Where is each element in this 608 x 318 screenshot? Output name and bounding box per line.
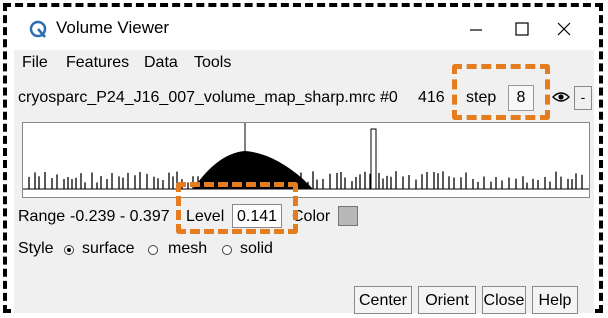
menu-file[interactable]: File xyxy=(22,54,48,72)
volume-viewer-window: Volume Viewer File Features Data Tools c… xyxy=(14,8,594,314)
maximize-icon xyxy=(515,22,529,36)
style-option-surface[interactable]: surface xyxy=(82,240,134,258)
title-bar: Volume Viewer xyxy=(14,8,594,50)
minimize-icon xyxy=(470,29,482,31)
style-row: Style surface mesh solid xyxy=(18,238,594,264)
level-highlight-box xyxy=(176,182,298,234)
step-highlight-box xyxy=(452,64,550,120)
close-icon xyxy=(557,22,571,36)
range-value: -0.239 - 0.397 xyxy=(70,208,170,225)
histogram[interactable] xyxy=(22,122,590,198)
threshold-marker xyxy=(370,128,377,190)
volume-size: 416 xyxy=(418,89,445,106)
range-label: Range xyxy=(18,208,66,225)
orient-button[interactable]: Orient xyxy=(418,286,476,314)
app-icon xyxy=(29,20,47,38)
maximize-button[interactable] xyxy=(502,12,542,46)
radio-surface[interactable] xyxy=(64,245,74,255)
color-swatch-button[interactable] xyxy=(338,206,358,226)
collapse-panel-button[interactable]: - xyxy=(574,86,592,110)
volume-filename[interactable]: cryosparc_P24_J16_007_volume_map_sharp.m… xyxy=(18,89,398,107)
level-row: Range -0.239 - 0.397 Level 0.141 Color xyxy=(18,204,594,230)
minimize-button[interactable] xyxy=(456,12,496,46)
radio-solid[interactable] xyxy=(222,245,232,255)
style-option-solid[interactable]: solid xyxy=(240,240,273,258)
help-button[interactable]: Help xyxy=(532,286,578,314)
menu-data[interactable]: Data xyxy=(144,54,178,72)
center-button[interactable]: Center xyxy=(354,286,412,314)
window-title: Volume Viewer xyxy=(56,18,170,37)
radio-mesh[interactable] xyxy=(148,245,158,255)
close-button[interactable]: Close xyxy=(482,286,526,314)
menu-tools[interactable]: Tools xyxy=(194,54,231,72)
eye-icon[interactable] xyxy=(552,90,570,104)
style-option-mesh[interactable]: mesh xyxy=(168,240,207,258)
menu-features[interactable]: Features xyxy=(66,54,129,72)
style-label: Style xyxy=(18,240,54,257)
close-window-button[interactable] xyxy=(544,12,584,46)
